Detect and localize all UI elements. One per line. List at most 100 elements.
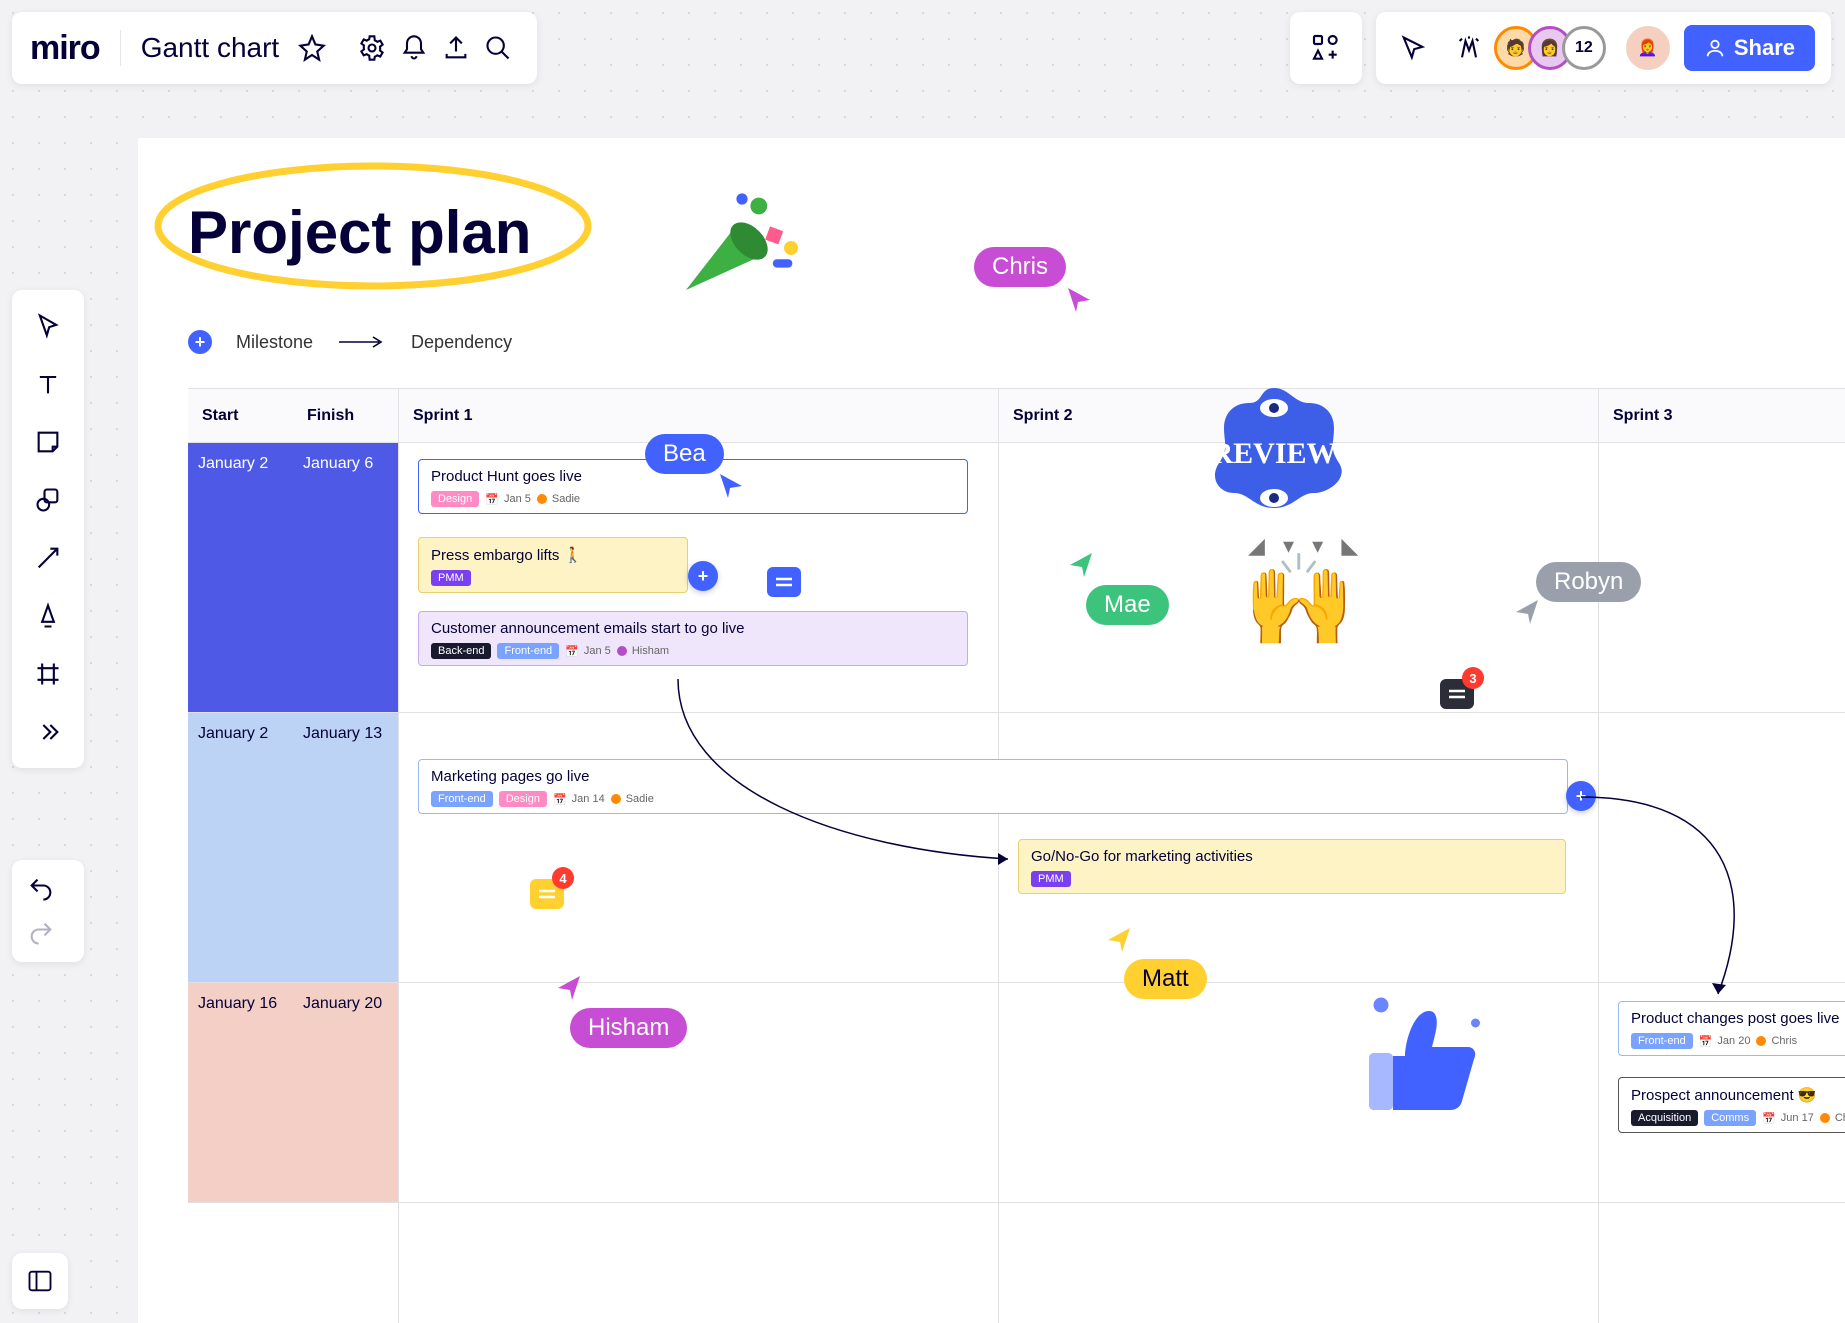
share-button[interactable]: Share — [1684, 25, 1815, 71]
tag: PMM — [431, 570, 471, 586]
avatar-overflow[interactable]: 12 — [1562, 26, 1606, 70]
legend: + Milestone Dependency — [188, 330, 512, 354]
thumbs-up-sticker[interactable] — [1348, 978, 1498, 1133]
task-title: Product changes post goes live — [1631, 1010, 1845, 1027]
project-title[interactable]: Project plan — [188, 198, 531, 267]
task-date: 📅 Jan 5 — [565, 645, 611, 658]
task-card[interactable]: Marketing pages go live Front-end Design… — [418, 759, 1568, 814]
task-assignee: Sadie — [537, 493, 580, 505]
task-assignee: Chris — [1756, 1035, 1797, 1047]
tag: Design — [431, 491, 479, 507]
cursor-pointer-icon — [1106, 928, 1134, 956]
review-sticker[interactable]: REVIEW — [1194, 378, 1354, 533]
cursor-mae: Mae — [1086, 585, 1169, 625]
task-card[interactable]: Product changes post goes live Front-end… — [1618, 1001, 1845, 1056]
date-cell: January 2 — [188, 443, 293, 485]
task-title: Go/No-Go for marketing activities — [1031, 848, 1553, 865]
task-title: Prospect announcement 😎 — [1631, 1086, 1845, 1104]
pen-tool[interactable] — [20, 588, 76, 644]
cursor-pointer-icon — [556, 976, 584, 1004]
apps-button[interactable] — [1290, 12, 1362, 84]
add-milestone[interactable]: + — [688, 561, 718, 591]
minimap-button[interactable] — [12, 1253, 68, 1309]
sparkle-sticker: ◢ ▾ ▾ ◣ — [1248, 533, 1364, 559]
task-title: Marketing pages go live — [431, 768, 1555, 785]
col-finish-header: Finish — [293, 389, 398, 443]
task-card[interactable]: Go/No-Go for marketing activities PMM — [1018, 839, 1566, 894]
task-date: 📅 Jan 20 — [1699, 1035, 1751, 1048]
miro-logo[interactable]: miro — [30, 29, 100, 68]
export-icon[interactable] — [435, 27, 477, 69]
tag: Design — [499, 791, 547, 807]
task-title: Customer announcement emails start to go… — [431, 620, 955, 637]
cursor-pointer-icon — [720, 474, 750, 504]
canvas[interactable]: Project plan + Milestone Dependency Star… — [138, 138, 1845, 1323]
cursor-icon[interactable] — [1392, 27, 1434, 69]
board-title[interactable]: Gantt chart — [141, 32, 280, 64]
task-assignee: Sadie — [611, 793, 654, 805]
task-card[interactable]: Prospect announcement 😎 Acquisition Comm… — [1618, 1077, 1845, 1133]
raised-hands-sticker[interactable]: 🙌 — [1243, 548, 1355, 653]
search-icon[interactable] — [477, 27, 519, 69]
task-assignee: Hisham — [617, 645, 669, 657]
toolbar — [12, 290, 84, 768]
cursor-pointer-icon — [1068, 288, 1098, 318]
comment-count: 3 — [1462, 667, 1484, 689]
share-label: Share — [1734, 35, 1795, 61]
task-title: Press embargo lifts 🚶 — [431, 546, 675, 564]
tag: Front-end — [497, 643, 559, 659]
collaborator-avatars[interactable]: 🧑 👩 12 — [1504, 26, 1606, 70]
cursor-pointer-icon — [1068, 553, 1096, 581]
task-assignee: Chris — [1820, 1112, 1845, 1124]
date-cell: January 13 — [293, 713, 398, 755]
shape-tool[interactable] — [20, 472, 76, 528]
tag: Acquisition — [1631, 1110, 1698, 1126]
task-date: 📅 Jan 14 — [553, 793, 605, 806]
frame-tool[interactable] — [20, 646, 76, 702]
date-cell: January 6 — [293, 443, 398, 485]
task-date: 📅 Jan 5 — [485, 493, 531, 506]
divider — [120, 30, 121, 66]
legend-milestone: Milestone — [236, 332, 313, 353]
arrow-tool[interactable] — [20, 530, 76, 586]
comment-thread[interactable]: 4 — [530, 879, 564, 909]
text-tool[interactable] — [20, 356, 76, 412]
task-card[interactable]: Customer announcement emails start to go… — [418, 611, 968, 666]
tag: Front-end — [431, 791, 493, 807]
more-tools[interactable] — [20, 704, 76, 760]
task-date: 📅 Jun 17 — [1762, 1112, 1814, 1125]
tag: Comms — [1704, 1110, 1756, 1126]
sticky-tool[interactable] — [20, 414, 76, 470]
undo-button[interactable] — [20, 868, 62, 910]
cursor-chris: Chris — [974, 247, 1066, 287]
task-card[interactable]: Press embargo lifts 🚶 PMM — [418, 537, 688, 593]
legend-dependency: Dependency — [411, 332, 512, 353]
cursor-matt: Matt — [1124, 959, 1207, 999]
comment-icon[interactable] — [767, 567, 801, 597]
date-cell: January 20 — [293, 983, 398, 1025]
svg-text:REVIEW: REVIEW — [1211, 437, 1336, 470]
gantt-chart[interactable]: Start January 2 January 2 January 16 Fin… — [188, 388, 1845, 1323]
reactions-icon[interactable] — [1448, 27, 1490, 69]
cursor-bea: Bea — [645, 434, 724, 474]
tag: Back-end — [431, 643, 491, 659]
settings-icon[interactable] — [351, 27, 393, 69]
milestone-icon: + — [188, 330, 212, 354]
tag: Front-end — [1631, 1033, 1693, 1049]
cursor-robyn: Robyn — [1536, 562, 1641, 602]
date-cell: January 16 — [188, 983, 293, 1025]
col-start-header: Start — [188, 389, 293, 443]
redo-button[interactable] — [20, 912, 62, 954]
add-milestone[interactable]: + — [1566, 781, 1596, 811]
dependency-icon — [337, 335, 387, 349]
current-user-avatar[interactable]: 👩‍🦰 — [1626, 26, 1670, 70]
date-cell: January 2 — [188, 713, 293, 755]
party-popper-sticker[interactable] — [658, 178, 798, 323]
star-icon[interactable] — [291, 27, 333, 69]
col-sprint3-header: Sprint 3 — [1599, 389, 1845, 443]
bell-icon[interactable] — [393, 27, 435, 69]
cursor-hisham: Hisham — [570, 1008, 687, 1048]
comment-count: 4 — [552, 867, 574, 889]
tag: PMM — [1031, 871, 1071, 887]
select-tool[interactable] — [20, 298, 76, 354]
